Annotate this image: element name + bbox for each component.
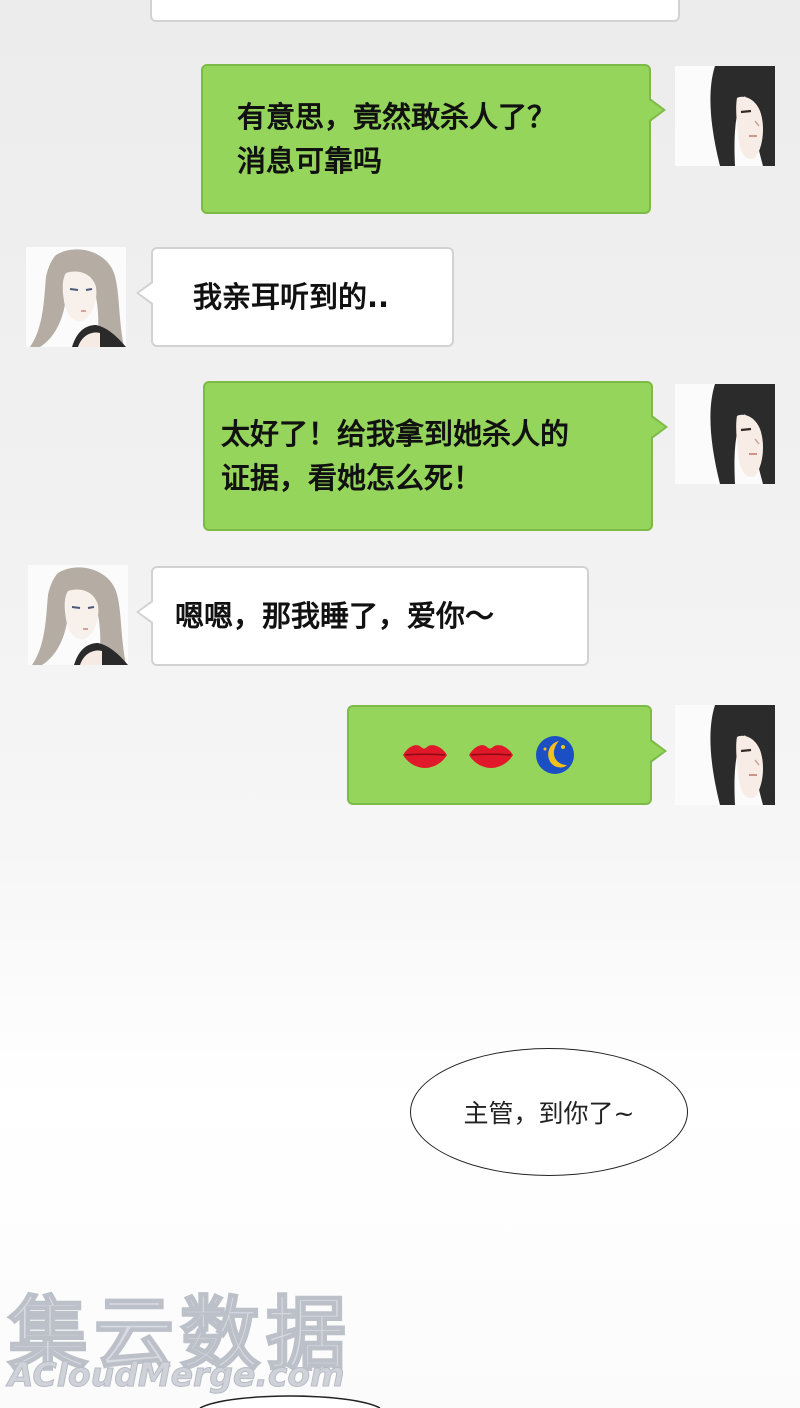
message-bubble-outgoing[interactable]: 太好了！给我拿到她杀人的 证据，看她怎么死！ <box>203 381 668 531</box>
partial-speech-bubble <box>199 1395 381 1408</box>
message-bubble-emoji[interactable] <box>347 705 667 805</box>
message-text: 太好了！给我拿到她杀人的 证据，看她怎么死！ <box>221 417 570 495</box>
avatar-female[interactable] <box>28 565 128 665</box>
male-avatar-icon <box>675 705 775 805</box>
avatar-male[interactable] <box>675 705 775 805</box>
speech-bubble: 主管，到你了~ <box>410 1048 688 1176</box>
male-avatar-icon <box>675 66 775 166</box>
message-text: 有意思，竟然敢杀人了？ 消息可靠吗 <box>237 100 557 178</box>
message-text: 我亲耳听到的.. <box>193 280 390 314</box>
lips-icon <box>469 745 513 768</box>
message-bubble-incoming[interactable]: 我亲耳听到的.. <box>136 247 454 347</box>
avatar-male[interactable] <box>675 384 775 484</box>
lips-icon <box>403 745 447 768</box>
female-avatar-icon <box>26 247 126 347</box>
speech-text: 主管，到你了~ <box>463 1099 635 1128</box>
message-bubble-partial <box>150 0 680 22</box>
female-avatar-icon <box>28 565 128 665</box>
message-bubble-outgoing[interactable]: 有意思，竟然敢杀人了？ 消息可靠吗 <box>201 64 666 214</box>
message-bubble-incoming[interactable]: 嗯嗯，那我睡了，爱你～ <box>136 566 589 666</box>
message-text: 嗯嗯，那我睡了，爱你～ <box>175 599 495 633</box>
avatar-female[interactable] <box>26 247 126 347</box>
male-avatar-icon <box>675 384 775 484</box>
avatar-male[interactable] <box>675 66 775 166</box>
moon-icon <box>536 736 574 774</box>
